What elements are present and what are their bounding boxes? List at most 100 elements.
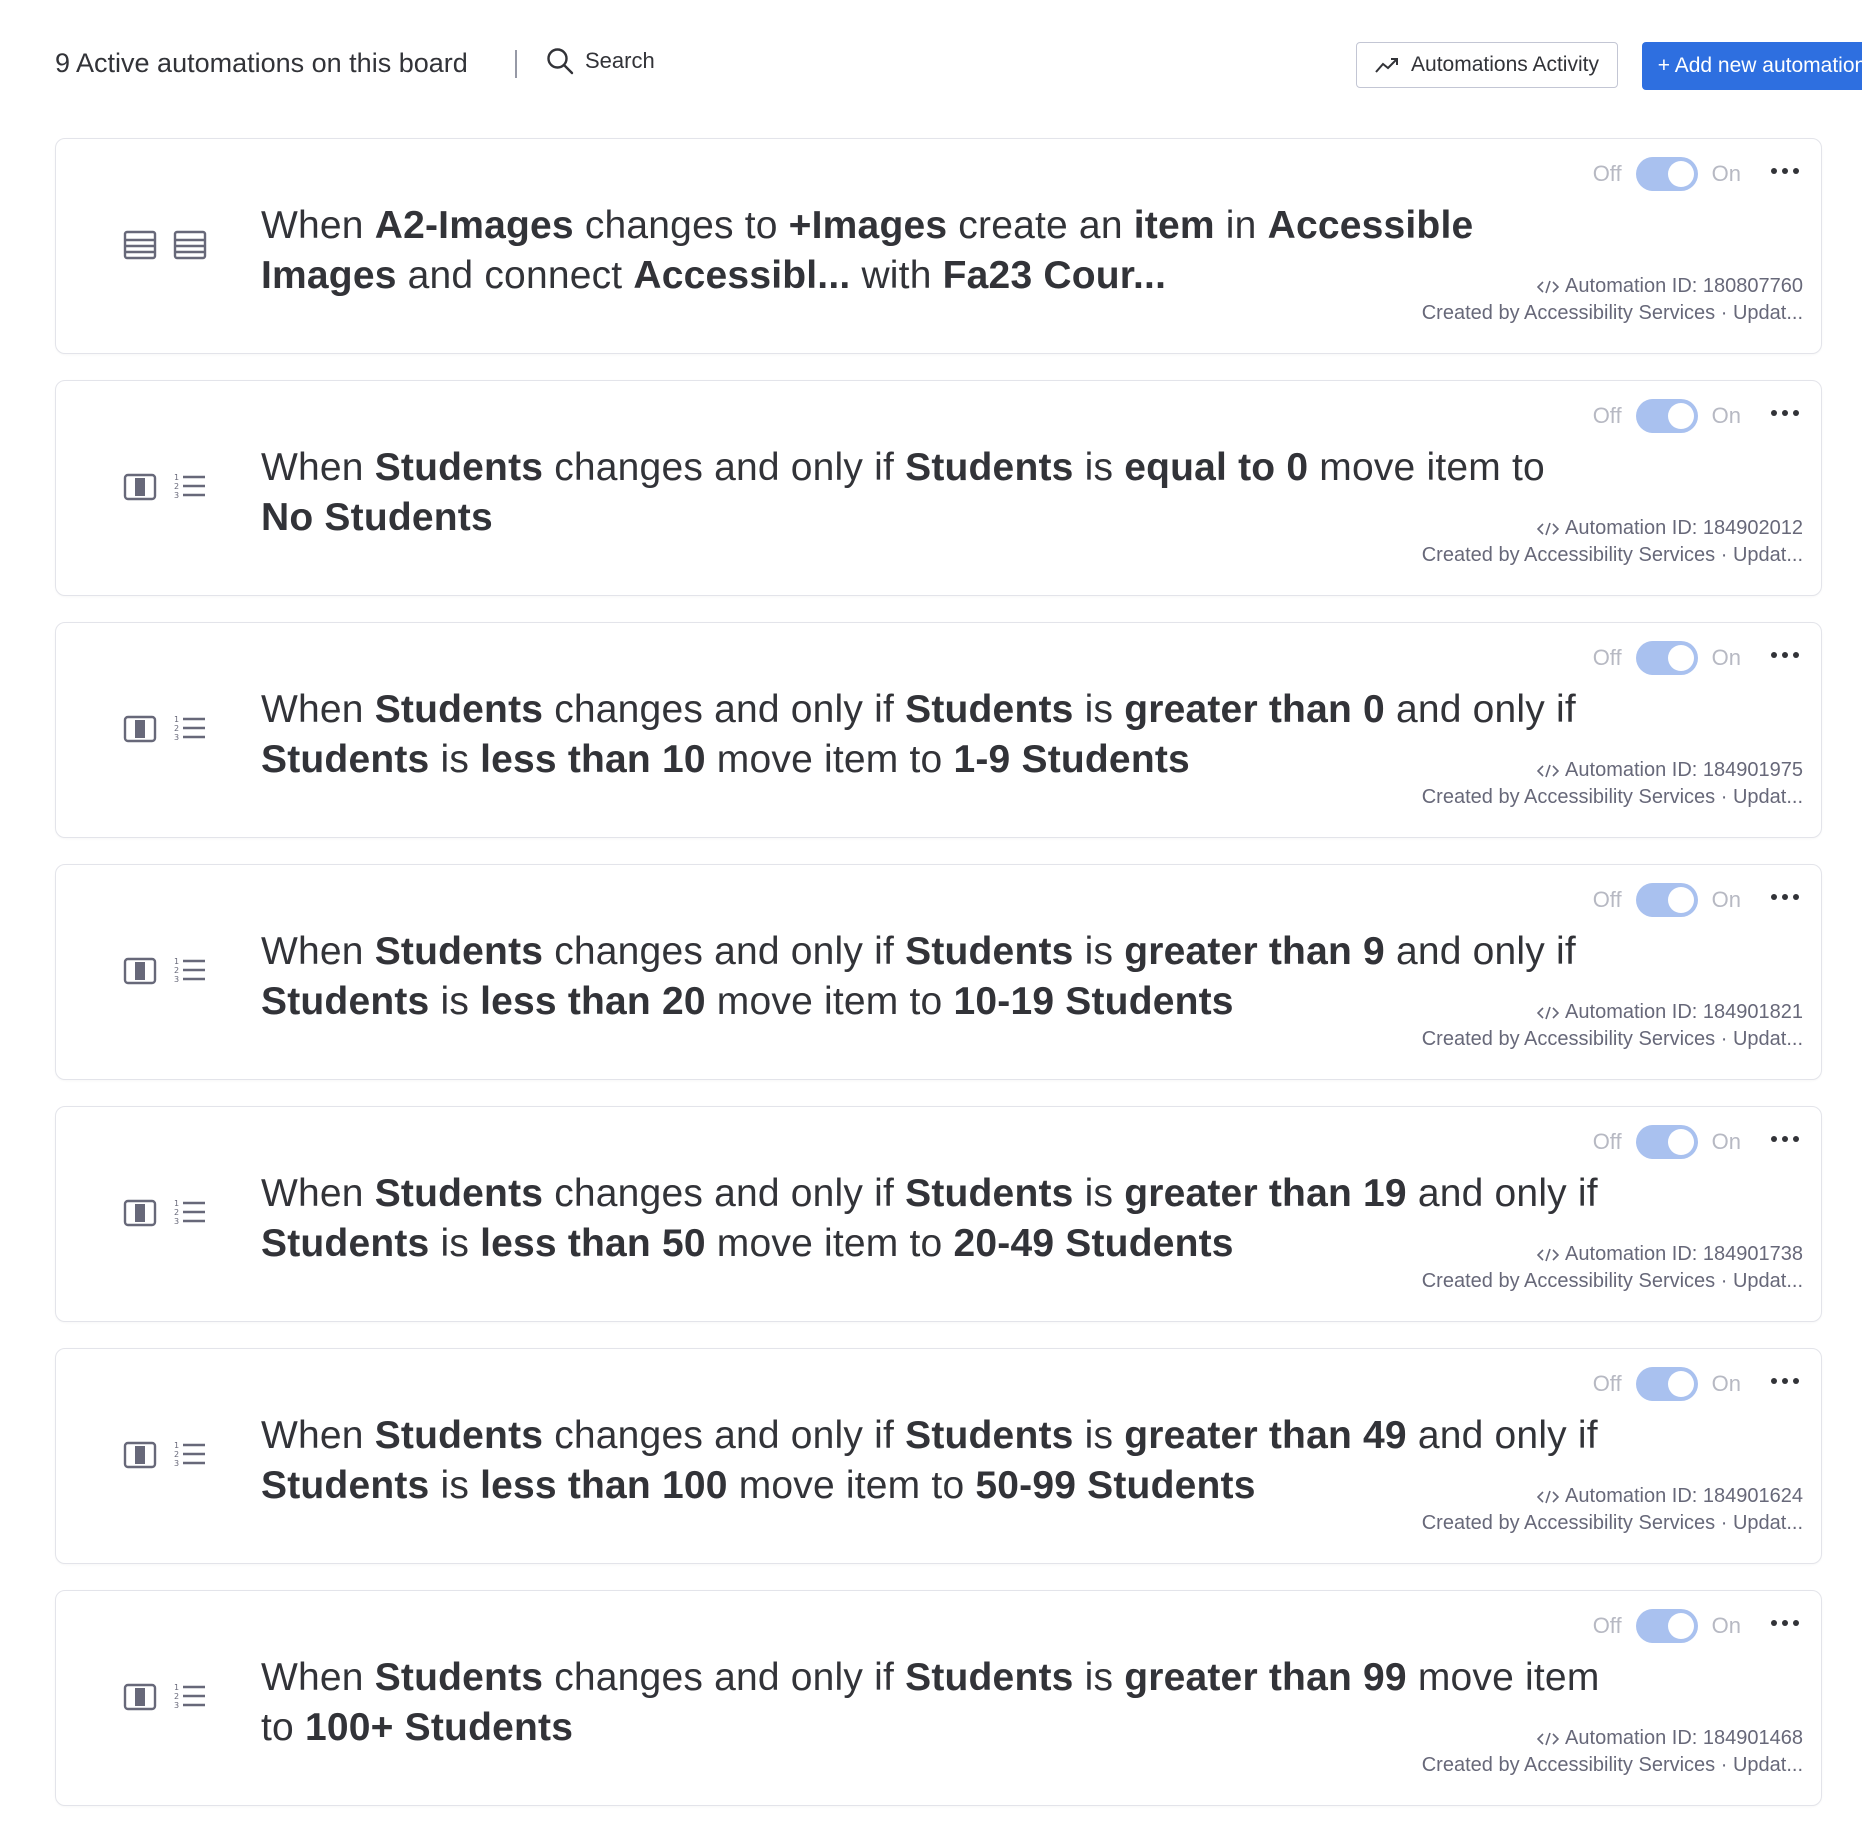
sentence-token: changes to xyxy=(573,204,789,247)
toggle-off-label: Off xyxy=(1592,1613,1622,1638)
svg-text:1: 1 xyxy=(174,715,179,724)
automation-toggle[interactable] xyxy=(1635,399,1698,433)
created-by-label: Created by Accessibility Services · Upda… xyxy=(1421,302,1803,324)
sentence-token-bold[interactable]: Accessibl... xyxy=(633,254,850,297)
sentence-token-bold[interactable]: Students xyxy=(261,1222,429,1265)
automation-toggle-group: Off On xyxy=(1593,641,1741,675)
numbered-list-icon: 123 xyxy=(172,1679,208,1720)
automation-card-5[interactable]: 123 When Students changes and only if St… xyxy=(55,1106,1822,1322)
sentence-token-bold[interactable]: less than 10 xyxy=(480,738,706,781)
column-icon xyxy=(122,1679,158,1720)
automation-toggle[interactable] xyxy=(1635,641,1698,675)
sentence-token-bold[interactable]: greater than 19 xyxy=(1124,1172,1407,1215)
automation-toggle[interactable] xyxy=(1635,1609,1698,1643)
created-by-label: Created by Accessibility Services · Upda… xyxy=(1421,786,1803,808)
sentence-token: changes and only if xyxy=(543,930,906,973)
automation-meta: Automation ID: 184901975 Created by Acce… xyxy=(1422,757,1803,811)
automation-toggle[interactable] xyxy=(1635,883,1698,917)
sentence-token-bold[interactable]: Students xyxy=(375,1172,543,1215)
sentence-token-bold[interactable]: Students xyxy=(905,1414,1073,1457)
trend-line-icon xyxy=(1375,58,1399,73)
sentence-token: is xyxy=(1073,1656,1125,1699)
created-by-label: Created by Accessibility Services · Upda… xyxy=(1421,1028,1803,1050)
sentence-token: When xyxy=(261,688,375,731)
sentence-token-bold[interactable]: No Students xyxy=(261,496,493,539)
automation-toggle[interactable] xyxy=(1635,1125,1698,1159)
header-divider xyxy=(515,50,517,78)
sentence-token-bold[interactable]: Students xyxy=(261,980,429,1023)
sentence-token-bold[interactable]: Students xyxy=(375,688,543,731)
automation-card-1[interactable]: When A2-Images changes to +Images create… xyxy=(55,138,1822,354)
sentence-token-bold[interactable]: A2-Images xyxy=(375,204,574,247)
sentence-token-bold[interactable]: Students xyxy=(261,738,429,781)
automation-meta: Automation ID: 184901624 Created by Acce… xyxy=(1422,1483,1803,1537)
sentence-token-bold[interactable]: equal to 0 xyxy=(1124,446,1308,489)
more-options-button[interactable] xyxy=(1771,161,1799,181)
sentence-token-bold[interactable]: Students xyxy=(905,1172,1073,1215)
more-options-button[interactable] xyxy=(1771,887,1799,907)
automation-meta: Automation ID: 184901821 Created by Acce… xyxy=(1422,999,1803,1053)
sentence-token-bold[interactable]: Students xyxy=(375,1414,543,1457)
more-options-button[interactable] xyxy=(1771,1129,1799,1149)
sentence-token-bold[interactable]: Students xyxy=(375,930,543,973)
sentence-token-bold[interactable]: 1-9 Students xyxy=(953,738,1189,781)
sentence-token-bold[interactable]: less than 20 xyxy=(480,980,706,1023)
sentence-token-bold[interactable]: Students xyxy=(905,688,1073,731)
sentence-token-bold[interactable]: 50-99 Students xyxy=(975,1464,1255,1507)
sentence-token-bold[interactable]: Students xyxy=(375,1656,543,1699)
toggle-on-label: On xyxy=(1711,887,1741,912)
sentence-token-bold[interactable]: greater than 9 xyxy=(1124,930,1385,973)
sentence-token: changes and only if xyxy=(543,1656,906,1699)
sentence-token-bold[interactable]: Students xyxy=(905,446,1073,489)
sentence-token-bold[interactable]: less than 50 xyxy=(480,1222,706,1265)
automation-icons: 123 xyxy=(122,711,208,752)
created-by-label: Created by Accessibility Services · Upda… xyxy=(1421,1270,1803,1292)
dot-icon xyxy=(1771,1620,1777,1626)
more-options-button[interactable] xyxy=(1771,1613,1799,1633)
toggle-knob xyxy=(1667,645,1694,671)
sentence-token: move item to xyxy=(1308,446,1545,489)
created-by-label: Created by Accessibility Services · Upda… xyxy=(1421,544,1803,566)
sentence-token-bold[interactable]: less than 100 xyxy=(480,1464,728,1507)
automation-id-label: Automation ID: 184901975 xyxy=(1565,759,1803,781)
sentence-token: When xyxy=(261,1656,375,1699)
dot-icon xyxy=(1793,652,1799,658)
toggle-on-label: On xyxy=(1711,1371,1741,1396)
automation-card-3[interactable]: 123 When Students changes and only if St… xyxy=(55,622,1822,838)
sentence-token-bold[interactable]: 20-49 Students xyxy=(953,1222,1233,1265)
automation-toggle[interactable] xyxy=(1635,157,1698,191)
automation-card-7[interactable]: 123 When Students changes and only if St… xyxy=(55,1590,1822,1806)
search-button[interactable]: Search xyxy=(545,46,655,76)
sentence-token-bold[interactable]: 100+ Students xyxy=(305,1706,573,1749)
automation-meta: Automation ID: 184902012 Created by Acce… xyxy=(1422,515,1803,569)
automation-id: Automation ID: 184902012 xyxy=(1422,515,1803,542)
sentence-token-bold[interactable]: Students xyxy=(375,446,543,489)
automation-meta: Automation ID: 184901738 Created by Acce… xyxy=(1422,1241,1803,1295)
toggle-off-label: Off xyxy=(1592,1129,1622,1154)
sentence-token-bold[interactable]: Students xyxy=(261,1464,429,1507)
created-by-label: Created by Accessibility Services · Upda… xyxy=(1421,1754,1803,1776)
sentence-token-bold[interactable]: greater than 49 xyxy=(1124,1414,1407,1457)
automation-card-4[interactable]: 123 When Students changes and only if St… xyxy=(55,864,1822,1080)
automations-activity-button[interactable]: Automations Activity xyxy=(1356,42,1618,88)
add-new-automation-button[interactable]: + Add new automation xyxy=(1642,42,1862,90)
more-options-button[interactable] xyxy=(1771,403,1799,423)
toggle-on-label: On xyxy=(1711,161,1741,186)
automation-card-6[interactable]: 123 When Students changes and only if St… xyxy=(55,1348,1822,1564)
sentence-token-bold[interactable]: greater than 0 xyxy=(1124,688,1385,731)
sentence-token-bold[interactable]: Students xyxy=(905,1656,1073,1699)
sentence-token-bold[interactable]: 10-19 Students xyxy=(953,980,1233,1023)
table-icon xyxy=(122,227,158,268)
automation-card-2[interactable]: 123 When Students changes and only if St… xyxy=(55,380,1822,596)
sentence-token-bold[interactable]: item xyxy=(1134,204,1215,247)
sentence-token-bold[interactable]: Fa23 Cour... xyxy=(943,254,1166,297)
svg-text:2: 2 xyxy=(174,966,179,975)
automation-icons: 123 xyxy=(122,1679,208,1720)
automation-toggle[interactable] xyxy=(1635,1367,1698,1401)
more-options-button[interactable] xyxy=(1771,645,1799,665)
automation-sentence: When Students changes and only if Studen… xyxy=(261,1653,1601,1753)
sentence-token-bold[interactable]: Students xyxy=(905,930,1073,973)
more-options-button[interactable] xyxy=(1771,1371,1799,1391)
sentence-token-bold[interactable]: greater than 99 xyxy=(1124,1656,1407,1699)
sentence-token-bold[interactable]: +Images xyxy=(789,204,948,247)
